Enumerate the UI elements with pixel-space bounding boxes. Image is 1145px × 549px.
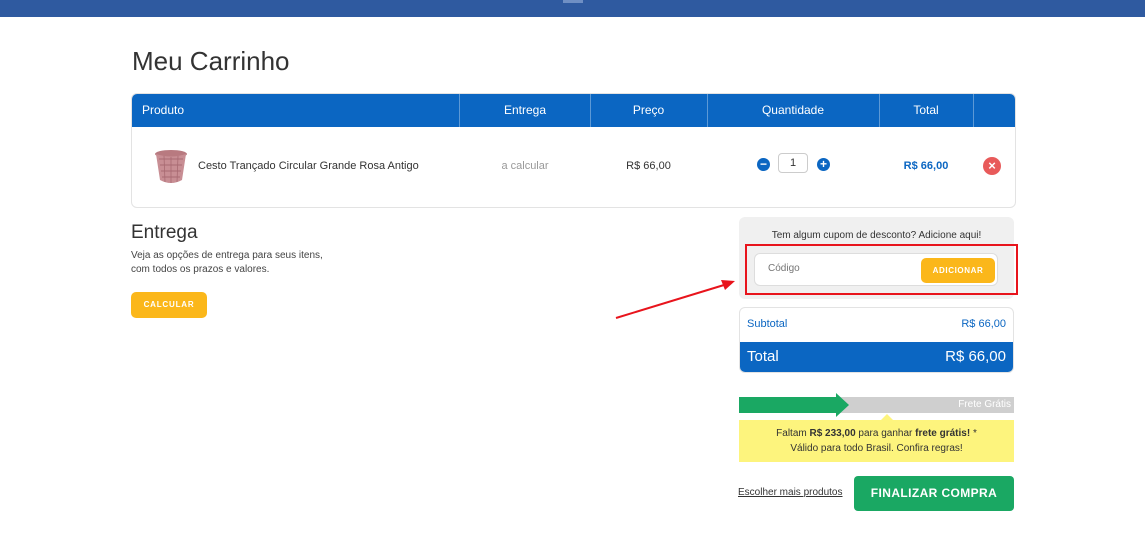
delivery-value: a calcular [501,160,549,172]
delivery-description-line: com todos os prazos e valores. [131,264,270,275]
msg-text: Faltam [776,428,810,439]
table-row: Cesto Trançado Circular Grande Rosa Anti… [132,127,1015,207]
highlight-box-annotation [745,244,1018,295]
delivery-title: Entrega [131,222,198,243]
free-shipping-line1: Faltam R$ 233,00 para ganhar frete gráti… [739,428,1014,439]
product-name[interactable]: Cesto Trançado Circular Grande Rosa Anti… [198,160,419,172]
header-total: Total [879,94,974,127]
minus-icon[interactable]: − [757,158,770,171]
logo-tab [563,0,583,3]
msg-free-shipping: frete grátis! [915,428,971,439]
free-shipping-progress-fill [739,397,836,413]
message-pointer [881,414,893,420]
total-value: R$ 66,00 [945,348,1006,365]
basket-image[interactable] [154,149,188,185]
subtotal-value: R$ 66,00 [961,318,1006,330]
total-row: Total R$ 66,00 [740,342,1013,372]
msg-text: para ganhar [855,428,916,439]
msg-amount: R$ 233,00 [809,428,856,439]
subtotal-row: Subtotal R$ 66,00 [740,308,1013,342]
calculate-shipping-button[interactable]: CALCULAR [131,292,207,318]
free-shipping-label: Frete Grátis [958,399,1011,410]
cart-table-header: Produto Entrega Preço Quantidade Total [132,94,1015,127]
header-remove [973,94,1015,127]
delivery-description-line: Veja as opções de entrega para seus iten… [131,250,323,261]
delivery-description: Veja as opções de entrega para seus iten… [131,249,351,277]
total-label: Total [747,348,779,365]
header-entrega: Entrega [460,94,591,127]
row-total-value: R$ 66,00 [903,160,949,172]
top-navigation-bar [0,0,1145,17]
coupon-prompt: Tem algum cupom de desconto? Adicione aq… [771,230,982,241]
more-products-link[interactable]: Escolher mais produtos [738,487,843,498]
finish-purchase-button[interactable]: FINALIZAR COMPRA [854,476,1014,511]
msg-text: * [970,428,977,439]
header-preco: Preço [590,94,708,127]
header-quantidade: Quantidade [707,94,880,127]
progress-arrow-icon [836,393,849,417]
page-title: Meu Carrinho [132,46,290,76]
cart-table: Produto Entrega Preço Quantidade Total C… [131,93,1016,208]
price-value: R$ 66,00 [626,160,671,172]
free-shipping-progress: Frete Grátis [739,393,1014,417]
quantity-input[interactable] [778,153,808,173]
subtotal-label: Subtotal [747,318,788,330]
plus-icon[interactable]: + [817,158,830,171]
free-shipping-line2[interactable]: Válido para todo Brasil. Confira regras! [739,443,1014,454]
totals-panel: Subtotal R$ 66,00 Total R$ 66,00 [739,307,1014,373]
header-produto: Produto [132,94,460,127]
free-shipping-message: Faltam R$ 233,00 para ganhar frete gráti… [739,414,1014,462]
close-icon[interactable]: × [983,157,1001,175]
